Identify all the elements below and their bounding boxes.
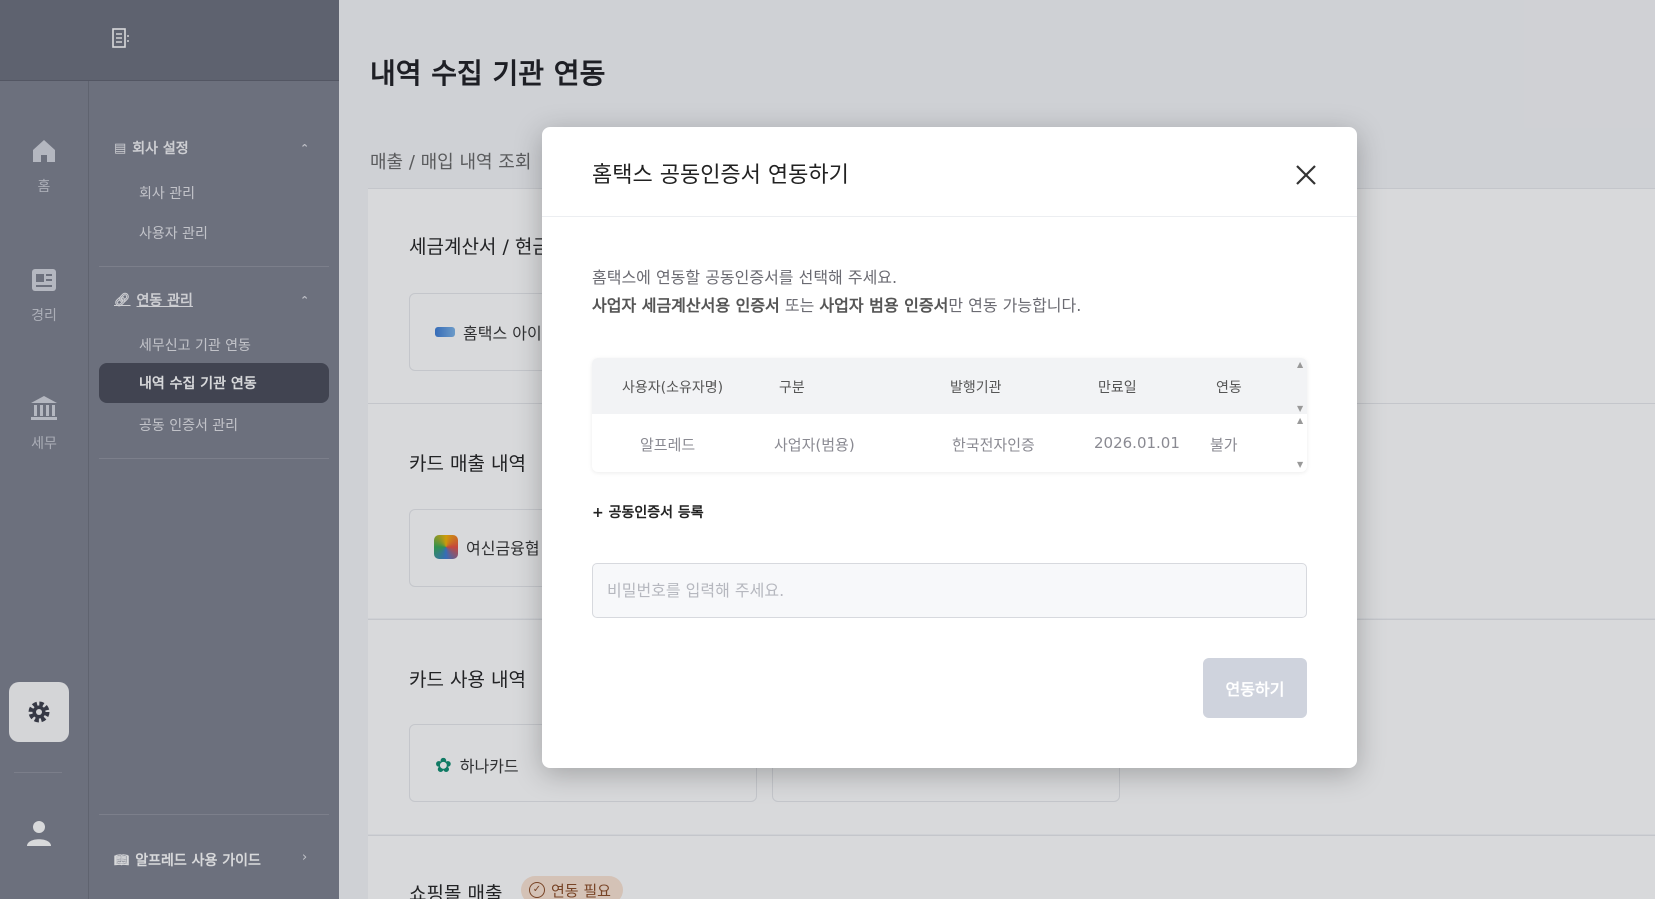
modal-title: 홈택스 공동인증서 연동하기 — [592, 163, 849, 188]
desc-or: 또는 — [779, 296, 820, 315]
hometax-cert-modal: 홈택스 공동인증서 연동하기 홈택스에 연동할 공동인증서를 선택해 주세요. … — [542, 127, 1357, 768]
cell-expiry: 2026.01.01 — [1094, 434, 1180, 452]
add-cert-button[interactable]: + 공동인증서 등록 — [592, 502, 704, 522]
cell-issuer: 한국전자인증 — [952, 436, 1035, 454]
col-header-owner: 사용자(소유자명) — [622, 380, 724, 396]
cell-link-status: 불가 — [1210, 436, 1238, 454]
scroll-up-icon[interactable]: ▲ — [1297, 416, 1303, 425]
modal-description-2: 사업자 세금계산서용 인증서 또는 사업자 범용 인증서만 연동 가능합니다. — [592, 292, 1081, 316]
desc-tax-cert: 사업자 세금계산서용 인증서 — [592, 296, 780, 315]
modal-header: 홈택스 공동인증서 연동하기 — [542, 127, 1357, 217]
desc-suffix: 만 연동 가능합니다. — [948, 296, 1082, 315]
cell-owner: 알프레드 — [640, 436, 696, 454]
col-header-type: 구분 — [779, 380, 805, 396]
scroll-down-icon[interactable]: ▼ — [1297, 404, 1303, 413]
desc-general-cert: 사업자 범용 인증서 — [819, 296, 949, 315]
password-input[interactable] — [592, 563, 1307, 618]
col-header-expiry: 만료일 — [1098, 380, 1137, 396]
col-header-issuer: 발행기관 — [950, 380, 1002, 396]
modal-description-1: 홈택스에 연동할 공동인증서를 선택해 주세요. — [592, 268, 898, 287]
connect-button[interactable]: 연동하기 — [1203, 658, 1307, 718]
close-icon[interactable] — [1292, 161, 1320, 189]
cert-table-header: 사용자(소유자명) 구분 발행기관 만료일 연동 — [592, 358, 1307, 414]
cell-type: 사업자(범용) — [774, 436, 855, 454]
scroll-down-icon[interactable]: ▼ — [1297, 460, 1303, 469]
cert-table: 사용자(소유자명) 구분 발행기관 만료일 연동 알프레드 사업자(범용) 한국… — [592, 358, 1307, 472]
scroll-up-icon[interactable]: ▲ — [1297, 360, 1303, 369]
col-header-link: 연동 — [1216, 380, 1242, 396]
